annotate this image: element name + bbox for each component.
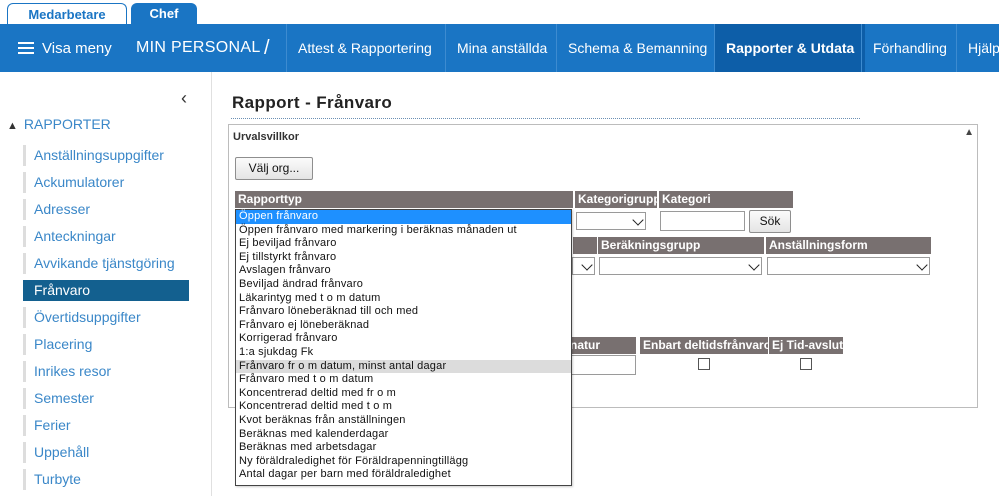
rapporttyp-option[interactable]: Korrigerad frånvaro (236, 332, 571, 346)
nav-item-mina-anstallda[interactable]: Mina anställda (445, 24, 558, 72)
header-signatur: natur (568, 337, 636, 354)
nav-separator: / (264, 37, 270, 59)
nav-item-rapporter[interactable]: Rapporter & Utdata (714, 24, 866, 72)
kategorigrupp-select[interactable] (576, 212, 646, 230)
header-ej-tid-avslut: Ej Tid-avslut (769, 337, 843, 354)
rapporttyp-option[interactable]: Ny föräldraledighet för Föräldrapenningt… (236, 455, 571, 469)
sidebar-item-avvikande-tjanstgoring[interactable]: Avvikande tjänstgöring (23, 253, 189, 274)
rapporttyp-option[interactable]: Beviljad ändrad frånvaro (236, 278, 571, 292)
rapporttyp-option[interactable]: Öppen frånvaro (236, 210, 571, 224)
sidebar-item-uppehall[interactable]: Uppehåll (23, 442, 189, 463)
berakningsgrupp-select[interactable] (599, 257, 762, 275)
rapporttyp-option[interactable]: Läkarintyg med t o m datum (236, 292, 571, 306)
header-kategori: Kategori (659, 191, 793, 208)
sidebar-item-anstallningsuppgifter[interactable]: Anställningsuppgifter (23, 145, 189, 166)
kategori-input[interactable] (660, 211, 745, 231)
nav-item-forhandling[interactable]: Förhandling (861, 24, 958, 72)
show-menu-label: Visa meny (42, 39, 112, 57)
sidebar-item-semester[interactable]: Semester (23, 388, 189, 409)
enbart-deltid-checkbox[interactable] (698, 358, 710, 370)
rapporttyp-option[interactable]: Beräknas med arbetsdagar (236, 441, 571, 455)
nav-item-schema[interactable]: Schema & Bemanning (556, 24, 718, 72)
chevron-down-icon (748, 259, 760, 271)
rapporttyp-option[interactable]: Koncentrerad deltid med t o m (236, 400, 571, 414)
rapporttyp-option[interactable]: Frånvaro löneberäknad till och med (236, 305, 571, 319)
header-partial (573, 237, 597, 254)
rapporttyp-dropdown-list[interactable]: Öppen frånvaro Öppen frånvaro med marker… (235, 209, 572, 486)
search-button[interactable]: Sök (749, 210, 791, 233)
header-kategorigrupp: Kategorigrupp (575, 191, 657, 208)
title-divider (231, 118, 860, 119)
chevron-up-icon: ▲ (7, 120, 18, 132)
rapporttyp-option[interactable]: Koncentrerad deltid med fr o m (236, 387, 571, 401)
sidebar-item-overtidsuppgifter[interactable]: Övertidsuppgifter (23, 307, 189, 328)
header-rapporttyp: Rapporttyp (235, 191, 573, 208)
rapporttyp-option[interactable]: Kvot beräknas från anställningen (236, 414, 571, 428)
choose-org-button[interactable]: Välj org... (235, 157, 313, 180)
panel-title: Urvalsvillkor (233, 131, 300, 143)
rapporttyp-option[interactable]: 1:a sjukdag Fk (236, 346, 571, 360)
rapporttyp-option[interactable]: Ej beviljad frånvaro (236, 237, 571, 251)
collapse-panel-icon[interactable]: ▲ (964, 127, 974, 138)
sidebar-item-franvaro[interactable]: Frånvaro (23, 280, 189, 301)
hamburger-icon (18, 42, 34, 54)
rapporttyp-option[interactable]: Beräknas med kalenderdagar (236, 428, 571, 442)
tab-chef[interactable]: Chef (131, 3, 197, 24)
header-anstallningsform: Anställningsform (766, 237, 931, 254)
sidebar: ‹ ▲ RAPPORTER Anställningsuppgifter Ackum… (0, 72, 212, 496)
rapporttyp-option[interactable]: Öppen frånvaro med markering i beräknas … (236, 224, 571, 238)
rapporttyp-option[interactable]: Frånvaro ej löneberäknad (236, 319, 571, 333)
sidebar-section-rapporter[interactable]: ▲ RAPPORTER (7, 116, 111, 132)
chevron-down-icon (581, 259, 593, 271)
rapporttyp-option[interactable]: Ej tillstyrkt frånvaro (236, 251, 571, 265)
header-enbart-deltid: Enbart deltidsfrånvaro (640, 337, 768, 354)
sidebar-section-label: RAPPORTER (23, 116, 111, 132)
page-title: Rapport - Frånvaro (232, 93, 393, 112)
sidebar-item-anteckningar[interactable]: Anteckningar (23, 226, 189, 247)
rapporttyp-option[interactable]: Avslagen frånvaro (236, 264, 571, 278)
partial-select[interactable] (572, 257, 595, 275)
rapporttyp-option[interactable]: Frånvaro fr o m datum, minst antal dagar (236, 359, 571, 374)
ej-tid-avslut-checkbox[interactable] (800, 358, 812, 370)
anstallningsform-select[interactable] (767, 257, 930, 275)
main-navigation: Visa meny MIN PERSONAL / Attest & Rappor… (0, 24, 999, 72)
chevron-down-icon (632, 214, 644, 226)
sidebar-item-ferier[interactable]: Ferier (23, 415, 189, 436)
sidebar-item-inrikes-resor[interactable]: Inrikes resor (23, 361, 189, 382)
sidebar-item-turbyte[interactable]: Turbyte (23, 469, 189, 490)
chevron-down-icon (916, 259, 928, 271)
signatur-input[interactable] (568, 355, 636, 375)
sidebar-item-placering[interactable]: Placering (23, 334, 189, 355)
rapporttyp-option[interactable]: Frånvaro med t o m datum (236, 373, 571, 387)
show-menu-button[interactable]: Visa meny (18, 24, 112, 72)
nav-item-attest[interactable]: Attest & Rapportering (286, 24, 443, 72)
header-berakningsgrupp: Beräkningsgrupp (598, 237, 764, 254)
nav-section-title[interactable]: MIN PERSONAL (136, 24, 261, 72)
sidebar-item-ackumulatorer[interactable]: Ackumulatorer (23, 172, 189, 193)
tab-medarbetare[interactable]: Medarbetare (7, 3, 127, 24)
sidebar-item-adresser[interactable]: Adresser (23, 199, 189, 220)
nav-item-hjalp[interactable]: Hjälp (956, 24, 999, 72)
rapporttyp-option[interactable]: Antal dagar per barn med föräldraledighe… (236, 468, 571, 482)
role-tab-bar: Medarbetare Chef (0, 0, 999, 24)
collapse-sidebar-icon[interactable]: ‹ (181, 88, 187, 109)
